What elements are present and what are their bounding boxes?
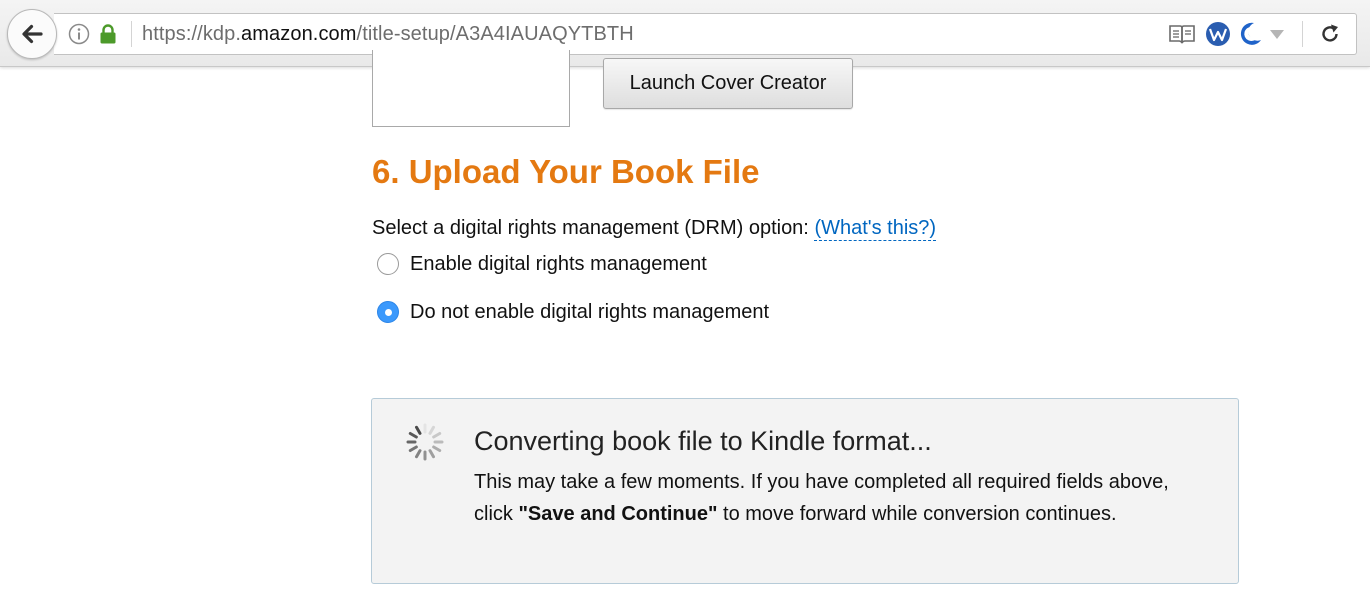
url-path: /title-setup/A3A4IAUAQYTBTH xyxy=(356,23,634,45)
drm-prompt: Select a digital rights management (DRM)… xyxy=(372,215,937,241)
lock-icon[interactable] xyxy=(99,23,117,45)
chevron-down-icon[interactable] xyxy=(1269,28,1285,40)
section-title: 6. Upload Your Book File xyxy=(372,153,760,190)
reload-icon[interactable] xyxy=(1319,23,1341,45)
extension-w-icon[interactable] xyxy=(1205,21,1231,47)
conversion-status-title: Converting book file to Kindle format... xyxy=(474,426,932,456)
extension-moon-icon[interactable] xyxy=(1235,20,1263,48)
info-icon[interactable] xyxy=(68,23,90,45)
url-separator-right xyxy=(1302,21,1303,47)
conversion-status-message: This may take a few moments. If you have… xyxy=(474,467,1174,530)
back-button[interactable] xyxy=(7,9,57,59)
url-separator xyxy=(131,21,132,47)
drm-prompt-text: Select a digital rights management (DRM)… xyxy=(372,217,809,239)
status-message-part2: to move forward while conversion continu… xyxy=(717,502,1117,525)
url-domain: amazon.com xyxy=(241,23,357,45)
launch-cover-creator-button[interactable]: Launch Cover Creator xyxy=(603,58,853,109)
address-bar[interactable]: https://kdp.amazon.com/title-setup/A3A4I… xyxy=(54,13,1357,55)
conversion-status-panel: Converting book file to Kindle format...… xyxy=(371,398,1239,584)
radio-enable-drm-label: Enable digital rights management xyxy=(410,253,707,275)
url-prefix: https://kdp. xyxy=(142,23,242,45)
reader-view-icon[interactable] xyxy=(1168,23,1196,45)
radio-disable-drm-label: Do not enable digital rights management xyxy=(410,301,770,323)
browser-toolbar: https://kdp.amazon.com/title-setup/A3A4I… xyxy=(0,0,1370,67)
radio-disable-drm[interactable] xyxy=(377,301,399,323)
url-text[interactable]: https://kdp.amazon.com/title-setup/A3A4I… xyxy=(142,23,634,45)
whats-this-link[interactable]: (What's this?) xyxy=(814,217,937,241)
back-arrow-icon xyxy=(22,24,43,44)
drm-option-disable[interactable]: Do not enable digital rights management xyxy=(377,299,769,325)
loading-spinner-icon xyxy=(406,423,444,461)
cover-preview xyxy=(372,50,570,127)
radio-enable-drm[interactable] xyxy=(377,253,399,275)
status-message-bold: "Save and Continue" xyxy=(518,502,718,525)
drm-option-enable[interactable]: Enable digital rights management xyxy=(377,251,707,277)
